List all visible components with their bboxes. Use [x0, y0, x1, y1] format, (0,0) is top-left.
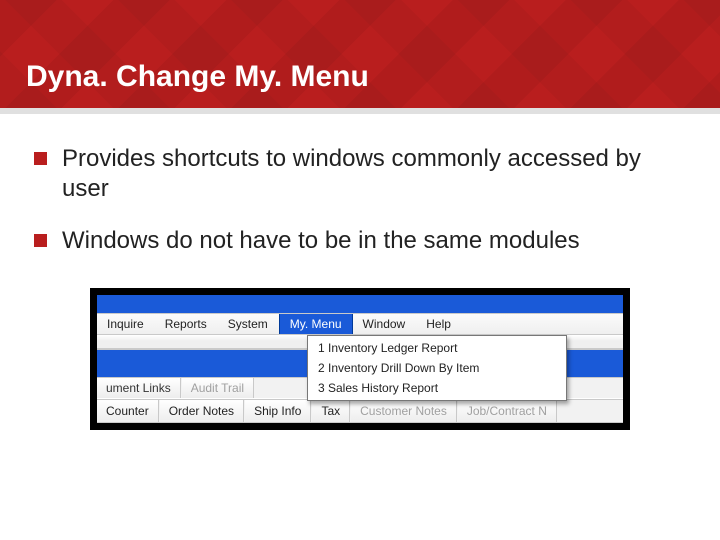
dropdown-item[interactable]: 1 Inventory Ledger Report: [308, 338, 566, 358]
menu-system[interactable]: System: [218, 314, 279, 334]
tab-job-contract[interactable]: Job/Contract N: [458, 400, 557, 422]
menu-inquire[interactable]: Inquire: [97, 314, 155, 334]
tab-order-notes[interactable]: Order Notes: [160, 400, 244, 422]
lower-tabbar: Counter Order Notes Ship Info Tax Custom…: [97, 399, 623, 423]
screenshot-frame: Inquire Reports System My. Menu Window H…: [90, 288, 630, 430]
menu-mymenu[interactable]: My. Menu: [279, 314, 353, 334]
tab-document-links[interactable]: ument Links: [97, 378, 181, 398]
tab-audit-trail[interactable]: Audit Trail: [182, 378, 254, 398]
menu-window[interactable]: Window: [353, 314, 417, 334]
tab-customer-notes[interactable]: Customer Notes: [351, 400, 457, 422]
dropdown-item[interactable]: 2 Inventory Drill Down By Item: [308, 358, 566, 378]
menu-help[interactable]: Help: [416, 314, 462, 334]
app-window: Inquire Reports System My. Menu Window H…: [97, 295, 623, 423]
menubar: Inquire Reports System My. Menu Window H…: [97, 313, 623, 335]
slide-header: Dyna. Change My. Menu: [0, 0, 720, 110]
titlebar-area: [97, 295, 623, 313]
tab-counter[interactable]: Counter: [97, 400, 159, 422]
bullet-item: Windows do not have to be in the same mo…: [62, 226, 664, 256]
bullet-list: Provides shortcuts to windows commonly a…: [0, 110, 720, 288]
menu-reports[interactable]: Reports: [155, 314, 218, 334]
dropdown-item[interactable]: 3 Sales History Report: [308, 378, 566, 398]
tab-ship-info[interactable]: Ship Info: [245, 400, 311, 422]
bullet-item: Provides shortcuts to windows commonly a…: [62, 144, 664, 204]
mymenu-dropdown: 1 Inventory Ledger Report 2 Inventory Dr…: [307, 335, 567, 401]
slide-title: Dyna. Change My. Menu: [26, 60, 369, 94]
screenshot-container: Inquire Reports System My. Menu Window H…: [0, 288, 720, 430]
tab-tax[interactable]: Tax: [312, 400, 350, 422]
